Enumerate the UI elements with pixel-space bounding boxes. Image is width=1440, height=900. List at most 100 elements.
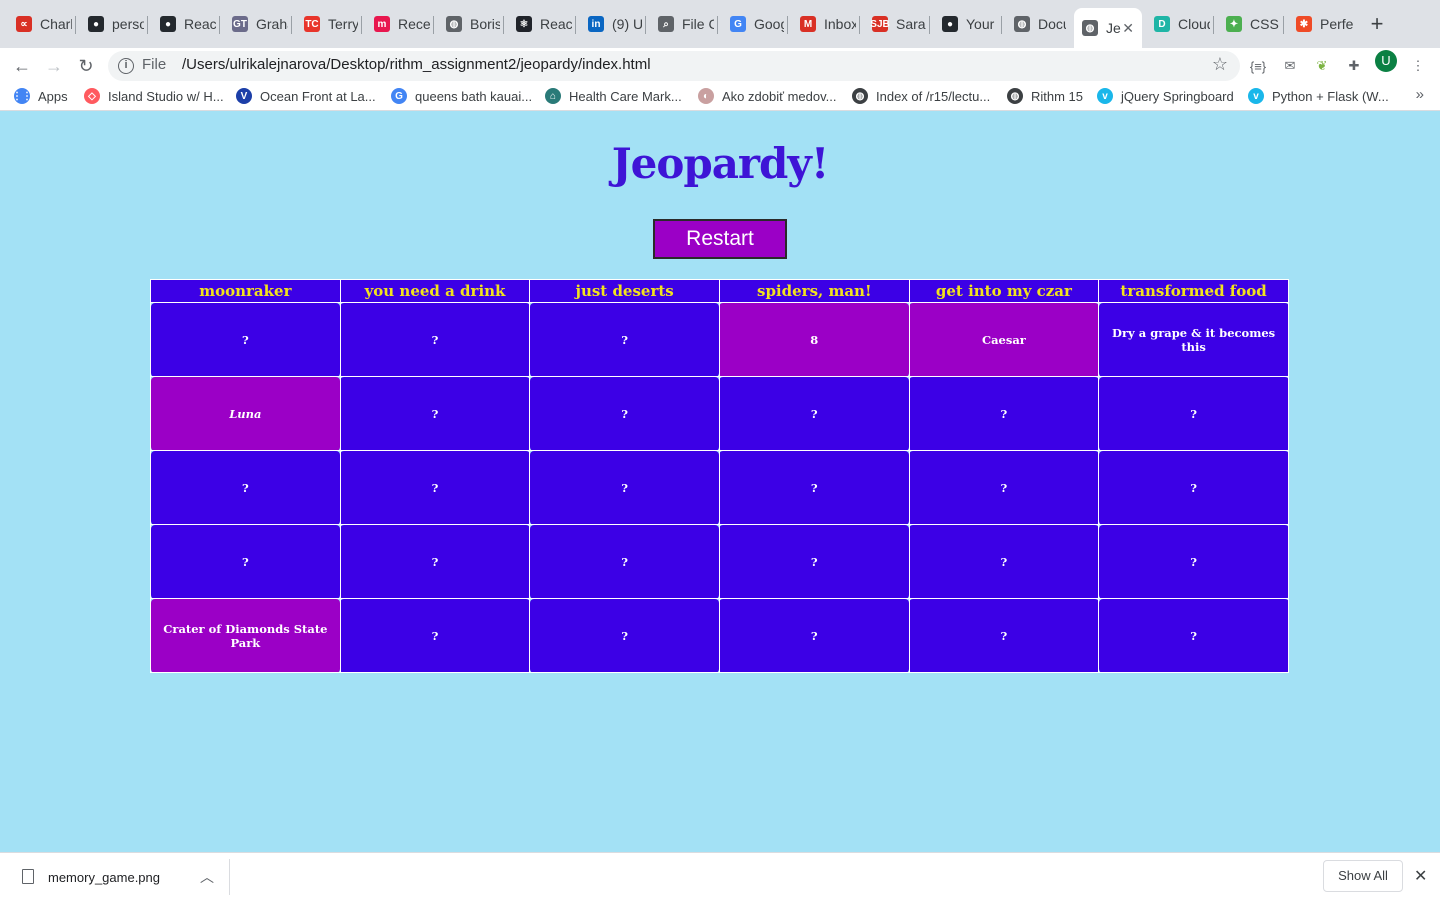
tab-label: Cloud [1178, 16, 1210, 32]
browser-tab[interactable]: ∝ Charl [8, 9, 72, 39]
bookmark-item[interactable]: Gqueens bath kauai... [391, 86, 532, 106]
mail-extension-icon[interactable]: ✉ [1276, 52, 1304, 80]
clue-cell[interactable]: Dry a grape & it becomes this [1098, 302, 1289, 377]
clue-cell[interactable]: ? [529, 524, 720, 599]
react-icon: ⚛ [516, 16, 532, 32]
sjb-icon: SJB [870, 16, 890, 32]
clue-cell[interactable]: ? [718, 376, 910, 451]
restart-button[interactable]: Restart [653, 219, 787, 259]
clue-cell[interactable]: ? [529, 376, 720, 451]
bookmark-item[interactable]: ⋮⋮ Apps [12, 86, 68, 106]
bookmark-star-icon[interactable]: ☆ [1212, 54, 1228, 75]
bookmark-item[interactable]: v jQuery Springboard [1097, 86, 1234, 106]
bookmark-item[interactable]: ◍ Index of /r15/lectu... [852, 86, 990, 106]
profile-avatar[interactable]: U [1375, 50, 1397, 72]
browser-tab[interactable]: GT Graha [224, 9, 288, 39]
browser-tab[interactable]: M Inbox [792, 9, 856, 39]
clue-cell[interactable]: ? [908, 598, 1100, 673]
bookmarks-overflow-icon[interactable]: » [1416, 86, 1424, 103]
clue-cell[interactable]: Caesar [908, 302, 1100, 377]
clue-cell[interactable]: ? [150, 302, 341, 377]
browser-tab[interactable]: G Goog [722, 9, 784, 39]
category-header: just deserts [529, 279, 720, 303]
show-all-button[interactable]: Show All [1323, 860, 1403, 892]
browser-tab[interactable]: TC Terry [296, 9, 358, 39]
bookmark-item[interactable]: V Ocean Front at La... [236, 86, 376, 106]
extensions-puzzle-icon[interactable]: ✚ [1340, 52, 1368, 80]
clue-cell[interactable]: ? [150, 450, 341, 525]
reload-button[interactable]: ↻ [72, 52, 100, 80]
bookmark-item[interactable]: v Python + Flask (W... [1248, 86, 1389, 106]
browser-tab[interactable]: ✱ Perfe [1288, 9, 1354, 39]
tab-label: Docu [1038, 16, 1066, 32]
site-info-icon[interactable]: i [118, 58, 134, 74]
tab-label: Perfe [1320, 16, 1354, 32]
category-header: you need a drink [339, 279, 531, 303]
clue-cell[interactable]: ? [1098, 450, 1289, 525]
clue-cell[interactable]: ? [339, 376, 531, 451]
bookmark-label: jQuery Springboard [1121, 88, 1234, 104]
category-header: get into my czar [908, 279, 1100, 303]
browser-tab[interactable]: SJB Sarah [864, 9, 926, 39]
browser-tab[interactable]: ● perso [80, 9, 144, 39]
tab-label: CSS I [1250, 16, 1280, 32]
clue-cell[interactable]: ? [1098, 598, 1289, 673]
browser-tab[interactable]: ◍ Docu [1006, 9, 1066, 39]
address-bar[interactable]: i File /Users/ulrikalejnarova/Desktop/ri… [108, 51, 1240, 81]
clue-cell[interactable]: ? [908, 450, 1100, 525]
clue-cell[interactable]: ? [908, 376, 1100, 451]
clue-cell[interactable]: ? [908, 524, 1100, 599]
clue-cell[interactable]: ? [339, 450, 531, 525]
browser-tab[interactable]: m Recen [366, 9, 430, 39]
new-tab-button[interactable]: + [1366, 12, 1388, 36]
browser-tab[interactable]: D Cloud [1146, 9, 1210, 39]
clue-cell[interactable]: ? [1098, 524, 1289, 599]
leaf-extension-icon[interactable]: ❦ [1308, 52, 1336, 80]
url-text[interactable]: /Users/ulrikalejnarova/Desktop/rithm_ass… [182, 56, 651, 73]
bookmark-item[interactable]: ◇ Island Studio w/ H... [84, 86, 224, 106]
vimeo-icon: v [1248, 88, 1264, 104]
chartio-icon: ∝ [16, 16, 32, 32]
bookmark-item[interactable]: ◍ Rithm 15 [1007, 86, 1083, 106]
clue-cell[interactable]: ? [718, 524, 910, 599]
close-icon[interactable]: ✕ [1414, 866, 1427, 886]
browser-tab[interactable]: ● React [152, 9, 216, 39]
jeopardy-board: moonraker you need a drink just deserts spi… [150, 279, 1289, 673]
clue-cell[interactable]: ? [339, 598, 531, 673]
browser-tab[interactable]: ⚛ React [508, 9, 572, 39]
page-content: Jeopardy! Restart moonraker you need a dr… [0, 111, 1440, 852]
bookmark-item[interactable]: ⌂ Health Care Mark... [545, 86, 682, 106]
clue-cell[interactable]: Luna [150, 376, 341, 451]
clue-cell[interactable]: 8 [718, 302, 910, 377]
download-file-name[interactable]: memory_game.png [48, 870, 160, 885]
json-viewer-extension-icon[interactable]: {≡} [1244, 52, 1272, 80]
browser-tab[interactable]: in (9) Ul [580, 9, 642, 39]
gmail-icon: M [800, 16, 816, 32]
clue-cell[interactable]: ? [1098, 376, 1289, 451]
browser-tab[interactable]: ◍ Boris [438, 9, 500, 39]
clue-cell[interactable]: ? [339, 302, 531, 377]
menu-kebab-icon[interactable]: ⋮ [1404, 52, 1432, 80]
clue-cell[interactable]: ? [718, 450, 910, 525]
bookmark-item[interactable]: ◐ Ako zdobiť medov... [698, 86, 836, 106]
back-button[interactable]: ← [8, 52, 36, 80]
browser-tab[interactable]: ✦ CSS I [1218, 9, 1280, 39]
clue-cell[interactable]: ? [529, 598, 720, 673]
chevron-up-icon[interactable]: ︿ [200, 867, 214, 887]
github-icon: ● [160, 16, 176, 32]
apps-grid-icon: ⋮⋮ [12, 88, 32, 104]
clue-cell[interactable]: ? [529, 450, 720, 525]
clue-cell[interactable]: ? [339, 524, 531, 599]
browser-tab[interactable]: ● Your I [934, 9, 998, 39]
clue-cell[interactable]: Crater of Diamonds State Park [150, 598, 341, 673]
browser-tab[interactable]: ◍ Je ✕ [1074, 8, 1142, 48]
download-shelf: memory_game.png ︿ Show All ✕ [0, 852, 1440, 900]
tab-separator [291, 16, 292, 34]
clue-cell[interactable]: ? [529, 302, 720, 377]
clue-cell[interactable]: ? [718, 598, 910, 673]
close-tab-icon[interactable]: ✕ [1122, 20, 1134, 37]
browser-tab[interactable]: ⌕ File C [650, 9, 714, 39]
clue-cell[interactable]: ? [150, 524, 341, 599]
tab-label: Goog [754, 16, 784, 32]
forward-button[interactable]: → [40, 52, 68, 80]
